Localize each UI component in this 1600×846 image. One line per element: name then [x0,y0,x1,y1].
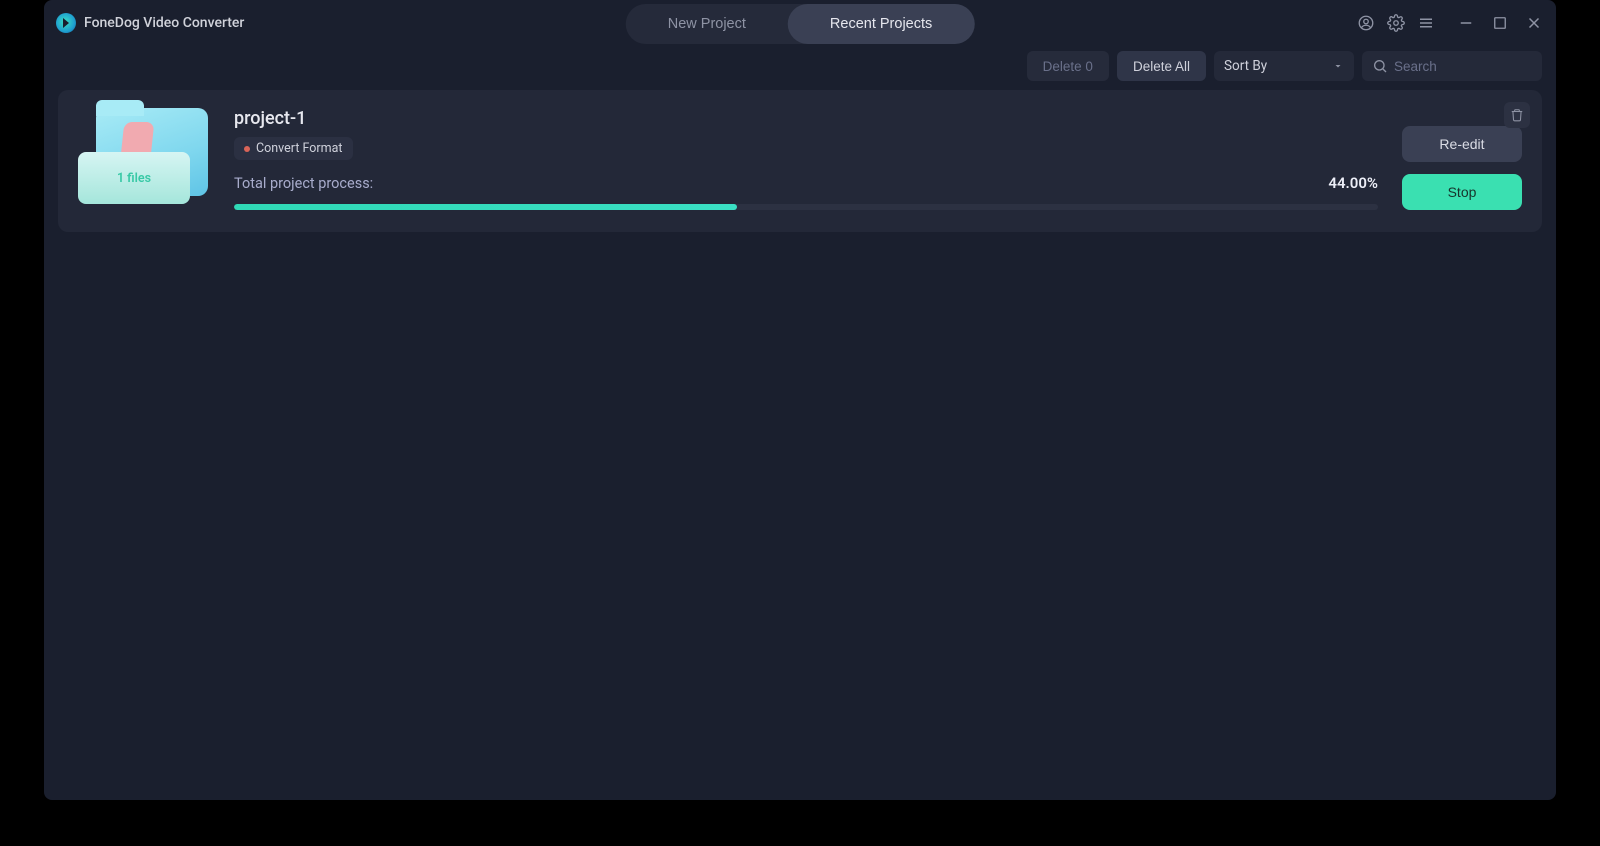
window-controls [1456,13,1544,33]
project-actions: Re-edit Stop [1402,126,1522,210]
titlebar: FoneDog Video Converter New Project Rece… [44,0,1556,46]
search-icon [1372,58,1388,74]
settings-icon[interactable] [1386,13,1406,33]
tab-new-project[interactable]: New Project [626,4,788,44]
toolbar: Delete 0 Delete All Sort By [44,46,1556,90]
folder-front: 1 files [78,152,190,204]
close-button[interactable] [1524,13,1544,33]
delete-project-button[interactable] [1504,102,1530,128]
app-title: FoneDog Video Converter [84,15,244,31]
search-field[interactable] [1362,51,1542,81]
sort-by-label: Sort By [1224,58,1267,74]
progress-row: Total project process: 44.00% [234,174,1378,192]
top-tabs: New Project Recent Projects [626,4,975,44]
project-name: project-1 [234,108,1378,129]
progress-fill [234,204,737,210]
project-card: 1 files project-1 Convert Format Total p… [58,90,1542,232]
status-dot-icon [244,146,250,152]
reedit-button[interactable]: Re-edit [1402,126,1522,162]
app-logo-icon [56,13,76,33]
delete-all-button[interactable]: Delete All [1117,51,1206,81]
brand: FoneDog Video Converter [56,13,244,33]
sort-by-dropdown[interactable]: Sort By [1214,51,1354,81]
account-icon[interactable] [1356,13,1376,33]
app-window: FoneDog Video Converter New Project Rece… [44,0,1556,800]
tab-recent-projects[interactable]: Recent Projects [788,4,974,44]
progress-label: Total project process: [234,175,373,192]
chevron-down-icon [1332,60,1344,72]
menu-icon[interactable] [1416,13,1436,33]
titlebar-right [1356,13,1544,33]
maximize-button[interactable] [1490,13,1510,33]
trash-icon [1510,108,1524,122]
progress-percent: 44.00% [1328,174,1378,192]
project-info: project-1 Convert Format Total project p… [234,108,1378,210]
progress-bar [234,204,1378,210]
files-count-label: 1 files [117,171,151,186]
delete-selected-button[interactable]: Delete 0 [1027,51,1109,81]
search-input[interactable] [1394,59,1532,74]
project-tag: Convert Format [234,137,353,160]
project-thumbnail: 1 files [78,108,210,204]
minimize-button[interactable] [1456,13,1476,33]
stop-button[interactable]: Stop [1402,174,1522,210]
project-tag-label: Convert Format [256,141,343,156]
